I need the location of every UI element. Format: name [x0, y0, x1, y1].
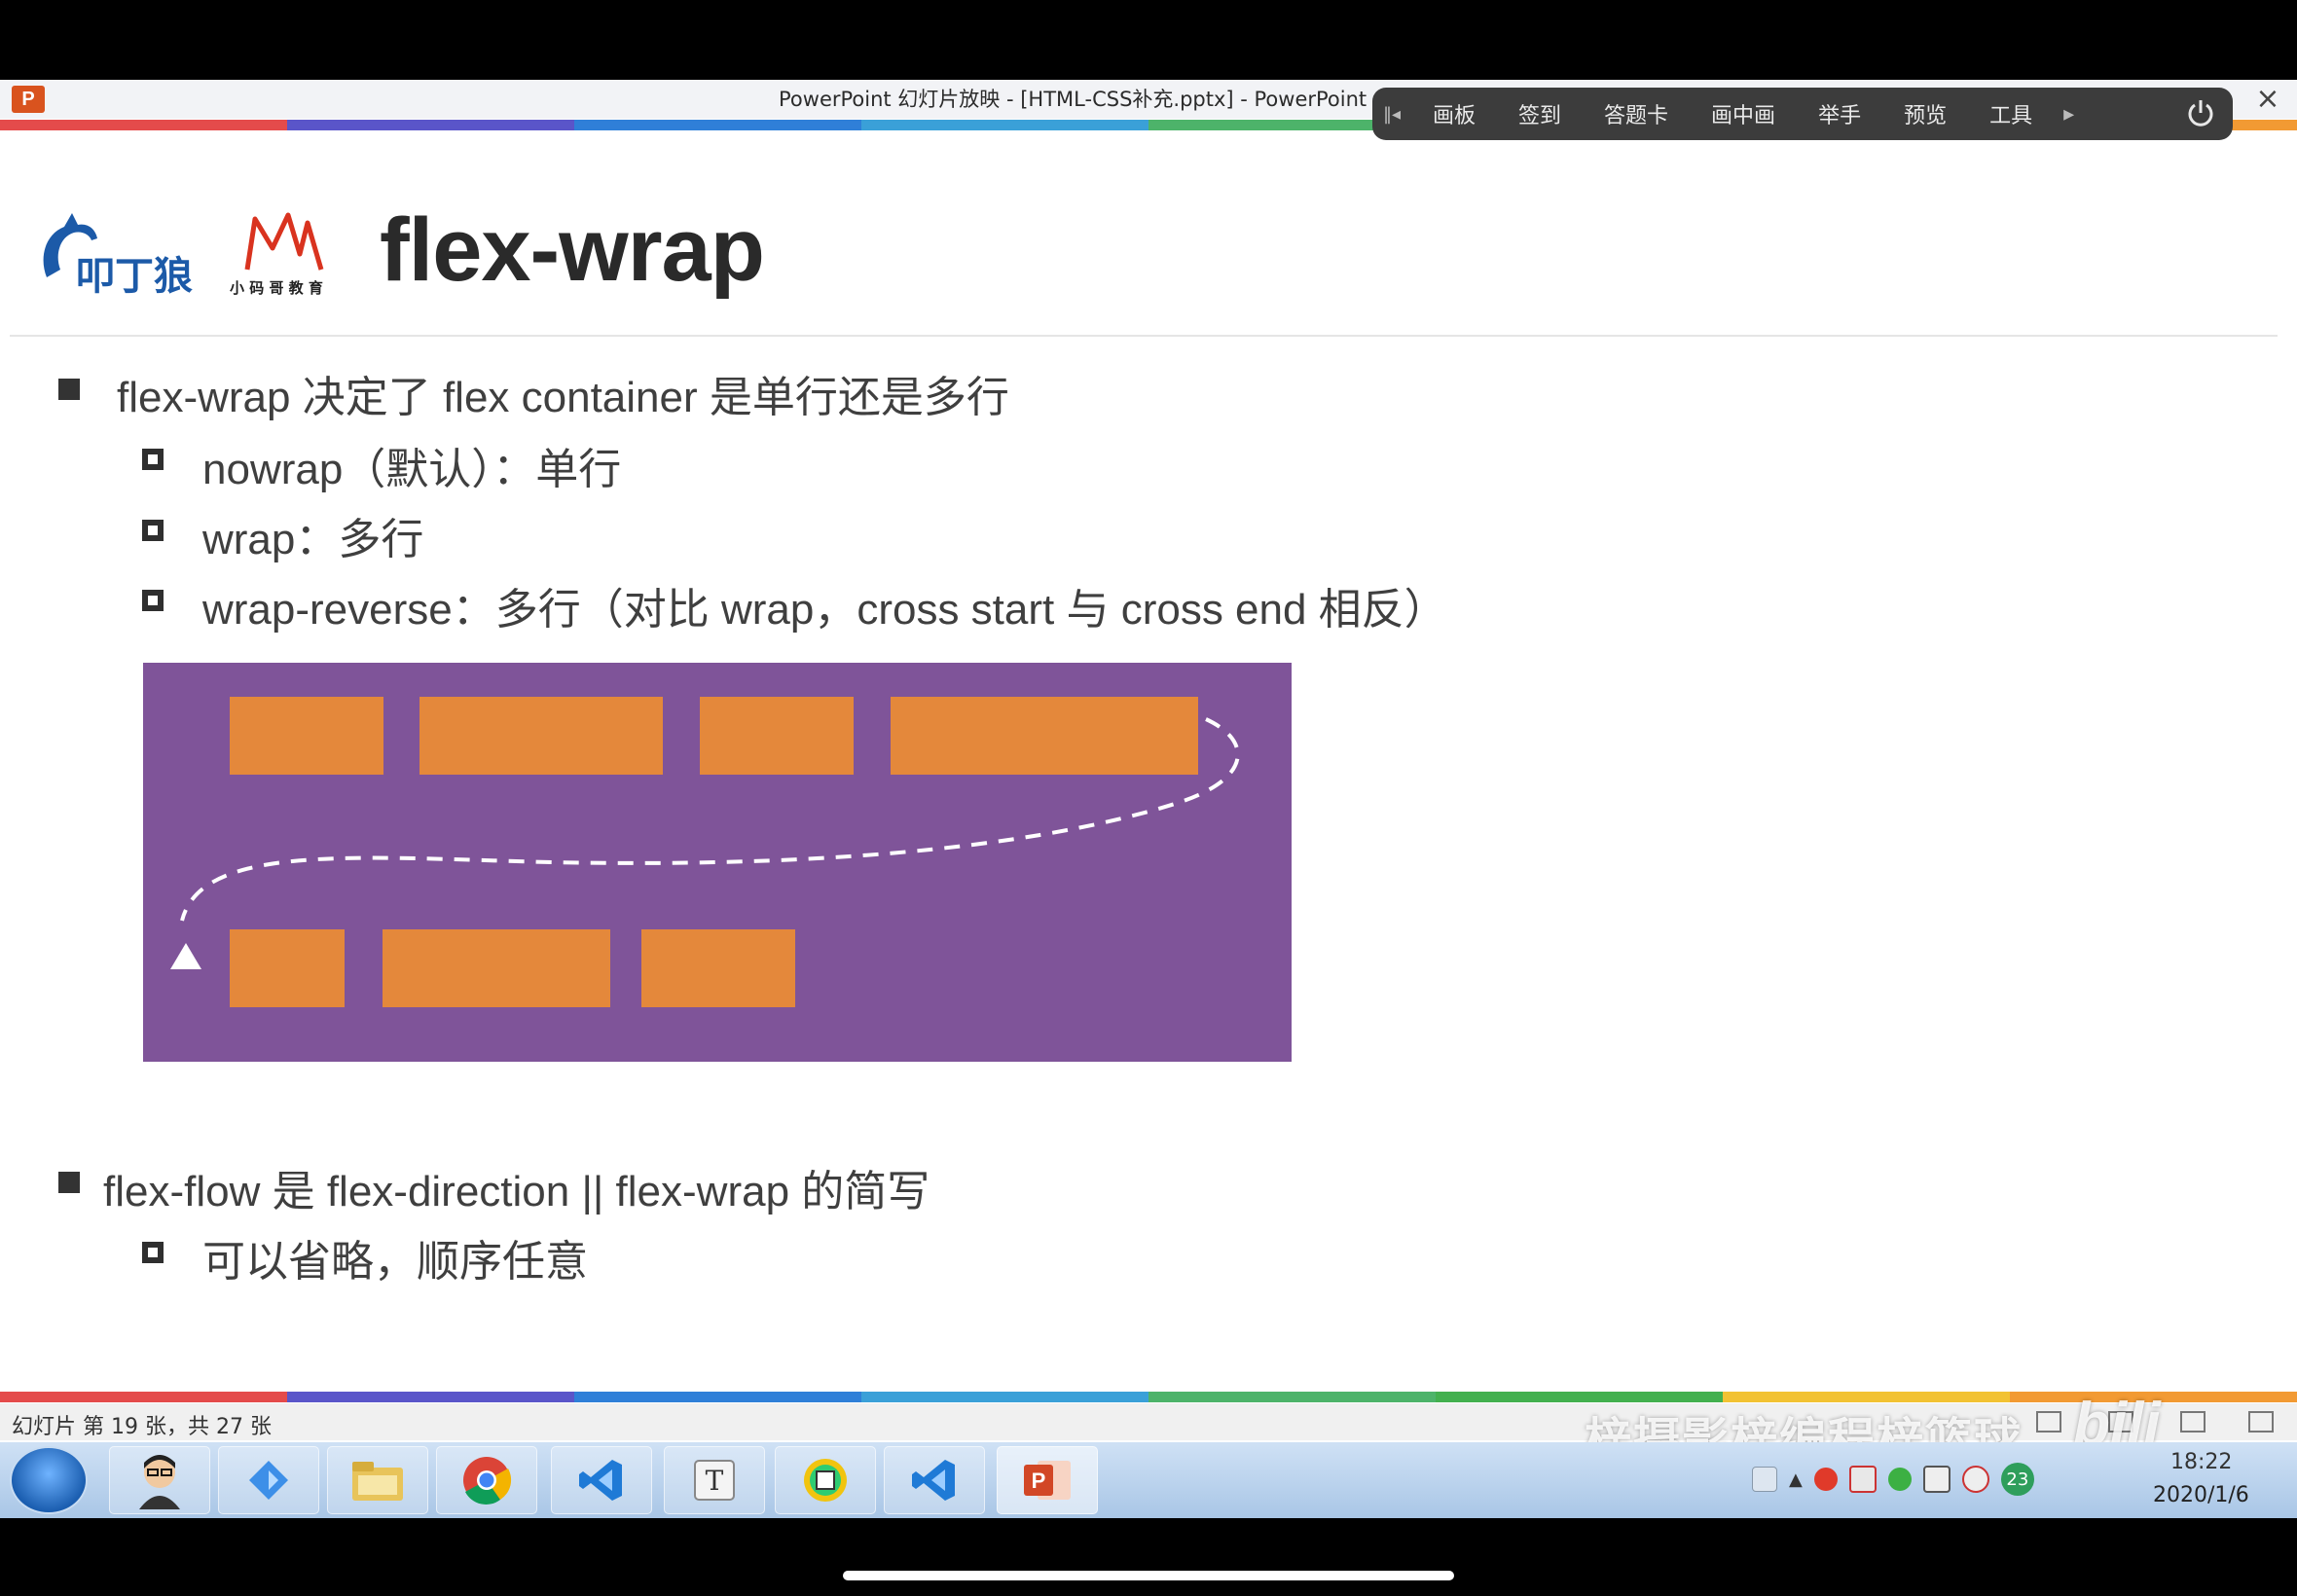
toolbar-item-drawing-board[interactable]: 画板: [1411, 98, 1497, 129]
volume-muted-icon[interactable]: [1961, 1466, 1989, 1493]
stripe-segment: [0, 1392, 287, 1402]
vscode-icon: [579, 1460, 622, 1501]
flex-wrap-diagram: [143, 663, 1292, 1062]
typora-icon: T: [694, 1460, 735, 1501]
network-icon[interactable]: [1922, 1466, 1951, 1493]
toolbar-item-picture-in-picture[interactable]: 画中画: [1690, 98, 1797, 129]
toolbar-item-raise-hand[interactable]: 举手: [1797, 98, 1882, 129]
sub-bullet-shorthand: 可以省略，顺序任意: [202, 1238, 588, 1286]
plus-circle-icon[interactable]: [1887, 1468, 1912, 1491]
stripe-segment: [1148, 1392, 1436, 1402]
sub-bullet-marker: [142, 449, 164, 470]
toolbar-item-tools[interactable]: 工具: [1968, 98, 2054, 129]
show-hidden-icons-icon[interactable]: ▲: [1789, 1469, 1803, 1490]
powerpoint-app-icon[interactable]: P: [12, 86, 45, 113]
taskbar-app-file-explorer[interactable]: [327, 1446, 428, 1514]
keyboard-icon[interactable]: [1752, 1467, 1777, 1492]
toolbar-item-preview[interactable]: 预览: [1882, 98, 1968, 129]
arrow-icon[interactable]: ▸: [2054, 102, 2084, 127]
window-title: PowerPoint 幻灯片放映 - [HTML-CSS补充.pptx] - P…: [779, 88, 1367, 111]
sub-bullet-marker: [142, 590, 164, 611]
power-icon[interactable]: [2184, 97, 2217, 130]
start-button[interactable]: [12, 1448, 86, 1512]
home-indicator[interactable]: [843, 1571, 1454, 1580]
stripe-segment: [574, 120, 861, 130]
svg-text:P: P: [1032, 1469, 1046, 1493]
taskbar-app-colorful[interactable]: [775, 1446, 876, 1514]
notification-badge[interactable]: 23: [2000, 1463, 2034, 1496]
sub-bullet-nowrap: nowrap（默认）：单行: [202, 446, 622, 493]
taskbar-app-avatar[interactable]: [109, 1446, 210, 1514]
sub-bullet-wrap: wrap：多行: [202, 516, 424, 563]
slide-counter: 幻灯片 第 19 张，共 27 张: [12, 1415, 272, 1439]
sub-bullet-marker: [142, 1242, 164, 1263]
bullet-marker: [58, 379, 80, 400]
sub-bullet-marker: [142, 520, 164, 541]
taskbar-app-typora[interactable]: T: [664, 1446, 765, 1514]
bullet-flex-flow: flex-flow 是 flex-direction || flex-wrap …: [103, 1168, 930, 1215]
taskbar-app-vscode[interactable]: [551, 1446, 652, 1514]
taskbar-app-blue[interactable]: [218, 1446, 319, 1514]
slide-title: flex-wrap: [380, 200, 765, 300]
title-divider: [10, 335, 2278, 337]
taskbar-app-vscode-2[interactable]: [884, 1446, 985, 1514]
folder-icon: [352, 1462, 403, 1501]
collapse-left-icon[interactable]: ‖◂: [1372, 104, 1411, 125]
clock-time[interactable]: 18:22: [2170, 1450, 2232, 1474]
stripe-segment: [287, 1392, 574, 1402]
powerpoint-icon: P: [1024, 1461, 1071, 1500]
codewhy-logo: 叩丁狼: [43, 213, 193, 299]
bullet-marker: [58, 1172, 80, 1193]
wrap-flow-arrow: [170, 717, 1240, 969]
slideshow-view-icon[interactable]: [2248, 1411, 2274, 1433]
normal-view-icon[interactable]: [2036, 1411, 2061, 1433]
svg-text:叩丁狼: 叩丁狼: [76, 254, 193, 299]
stripe-segment: [861, 120, 1148, 130]
action-center-flag-icon[interactable]: [1848, 1466, 1877, 1493]
app-diamond-icon: [249, 1461, 288, 1500]
close-icon[interactable]: ×: [2246, 80, 2289, 119]
reading-view-icon[interactable]: [2180, 1411, 2206, 1433]
taskbar-app-chrome[interactable]: [436, 1446, 537, 1514]
classroom-toolbar: ‖◂ 画板 签到 答题卡 画中画 举手 预览 工具 ▸: [1372, 88, 2233, 140]
svg-text:小 码 哥 教 育: 小 码 哥 教 育: [230, 279, 323, 297]
stripe-segment: [287, 120, 574, 130]
avatar-icon: [139, 1455, 180, 1509]
clock-date[interactable]: 2020/1/6: [2153, 1483, 2249, 1507]
svg-text:T: T: [706, 1465, 724, 1497]
toolbar-item-check-in[interactable]: 签到: [1497, 98, 1583, 129]
toolbar-item-answer-card[interactable]: 答题卡: [1583, 98, 1690, 129]
stripe-segment: [861, 1392, 1148, 1402]
system-tray: ▲ 23: [1752, 1450, 2093, 1508]
stripe-segment: [0, 120, 287, 130]
bullet-flex-wrap: flex-wrap 决定了 flex container 是单行还是多行: [117, 374, 1009, 421]
chrome-icon: [463, 1457, 512, 1505]
vscode-icon: [912, 1460, 955, 1501]
taskbar-app-powerpoint[interactable]: P: [997, 1446, 1098, 1514]
record-icon[interactable]: [1813, 1468, 1838, 1491]
stripe-segment: [574, 1392, 861, 1402]
sub-bullet-wrap-reverse: wrap-reverse：多行（对比 wrap，cross start 与 cr…: [202, 586, 1447, 634]
xiaomage-logo: 小 码 哥 教 育: [230, 212, 324, 297]
calendar-app-icon: [804, 1459, 847, 1502]
